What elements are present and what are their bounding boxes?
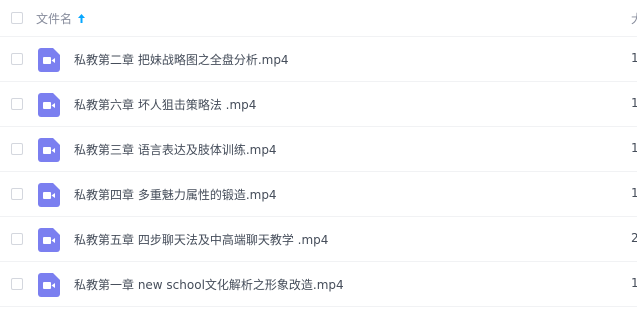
file-size: 1	[631, 186, 637, 200]
file-size: 1	[631, 276, 637, 290]
file-name[interactable]: 私教第二章 把妹战略图之全盘分析.mp4	[74, 51, 289, 68]
file-name[interactable]: 私教第三章 语言表达及肢体训练.mp4	[74, 141, 277, 158]
video-file-icon	[38, 93, 60, 117]
file-row-checkbox[interactable]	[11, 233, 23, 245]
sort-ascending-icon[interactable]	[77, 13, 86, 24]
video-file-icon	[38, 273, 60, 297]
size-column-header[interactable]: 大	[631, 10, 637, 27]
file-list-header: 文件名 大	[0, 0, 637, 37]
video-file-icon	[38, 48, 60, 72]
file-size: 1	[631, 96, 637, 110]
file-size: 1	[631, 141, 637, 155]
filename-column-header[interactable]: 文件名	[36, 10, 72, 27]
select-all-checkbox[interactable]	[11, 12, 23, 24]
file-row[interactable]: 私教第一章 new school文化解析之形象改造.mp4 1	[0, 262, 637, 307]
file-name[interactable]: 私教第六章 坏人狙击策略法 .mp4	[74, 96, 256, 113]
file-name[interactable]: 私教第五章 四步聊天法及中高端聊天教学 .mp4	[74, 231, 328, 248]
file-name[interactable]: 私教第一章 new school文化解析之形象改造.mp4	[74, 276, 344, 293]
file-row-checkbox[interactable]	[11, 278, 23, 290]
file-row[interactable]: 私教第四章 多重魅力属性的锻造.mp4 1	[0, 172, 637, 217]
file-row-checkbox[interactable]	[11, 98, 23, 110]
file-row[interactable]: 私教第二章 把妹战略图之全盘分析.mp4 1	[0, 37, 637, 82]
file-name[interactable]: 私教第四章 多重魅力属性的锻造.mp4	[74, 186, 277, 203]
file-row-checkbox[interactable]	[11, 143, 23, 155]
video-file-icon	[38, 138, 60, 162]
file-row[interactable]: 私教第五章 四步聊天法及中高端聊天教学 .mp4 2	[0, 217, 637, 262]
file-row-checkbox[interactable]	[11, 188, 23, 200]
file-size: 1	[631, 51, 637, 65]
file-row[interactable]: 私教第三章 语言表达及肢体训练.mp4 1	[0, 127, 637, 172]
file-row[interactable]: 私教第六章 坏人狙击策略法 .mp4 1	[0, 82, 637, 127]
video-file-icon	[38, 228, 60, 252]
file-row-checkbox[interactable]	[11, 53, 23, 65]
file-size: 2	[631, 231, 637, 245]
video-file-icon	[38, 183, 60, 207]
